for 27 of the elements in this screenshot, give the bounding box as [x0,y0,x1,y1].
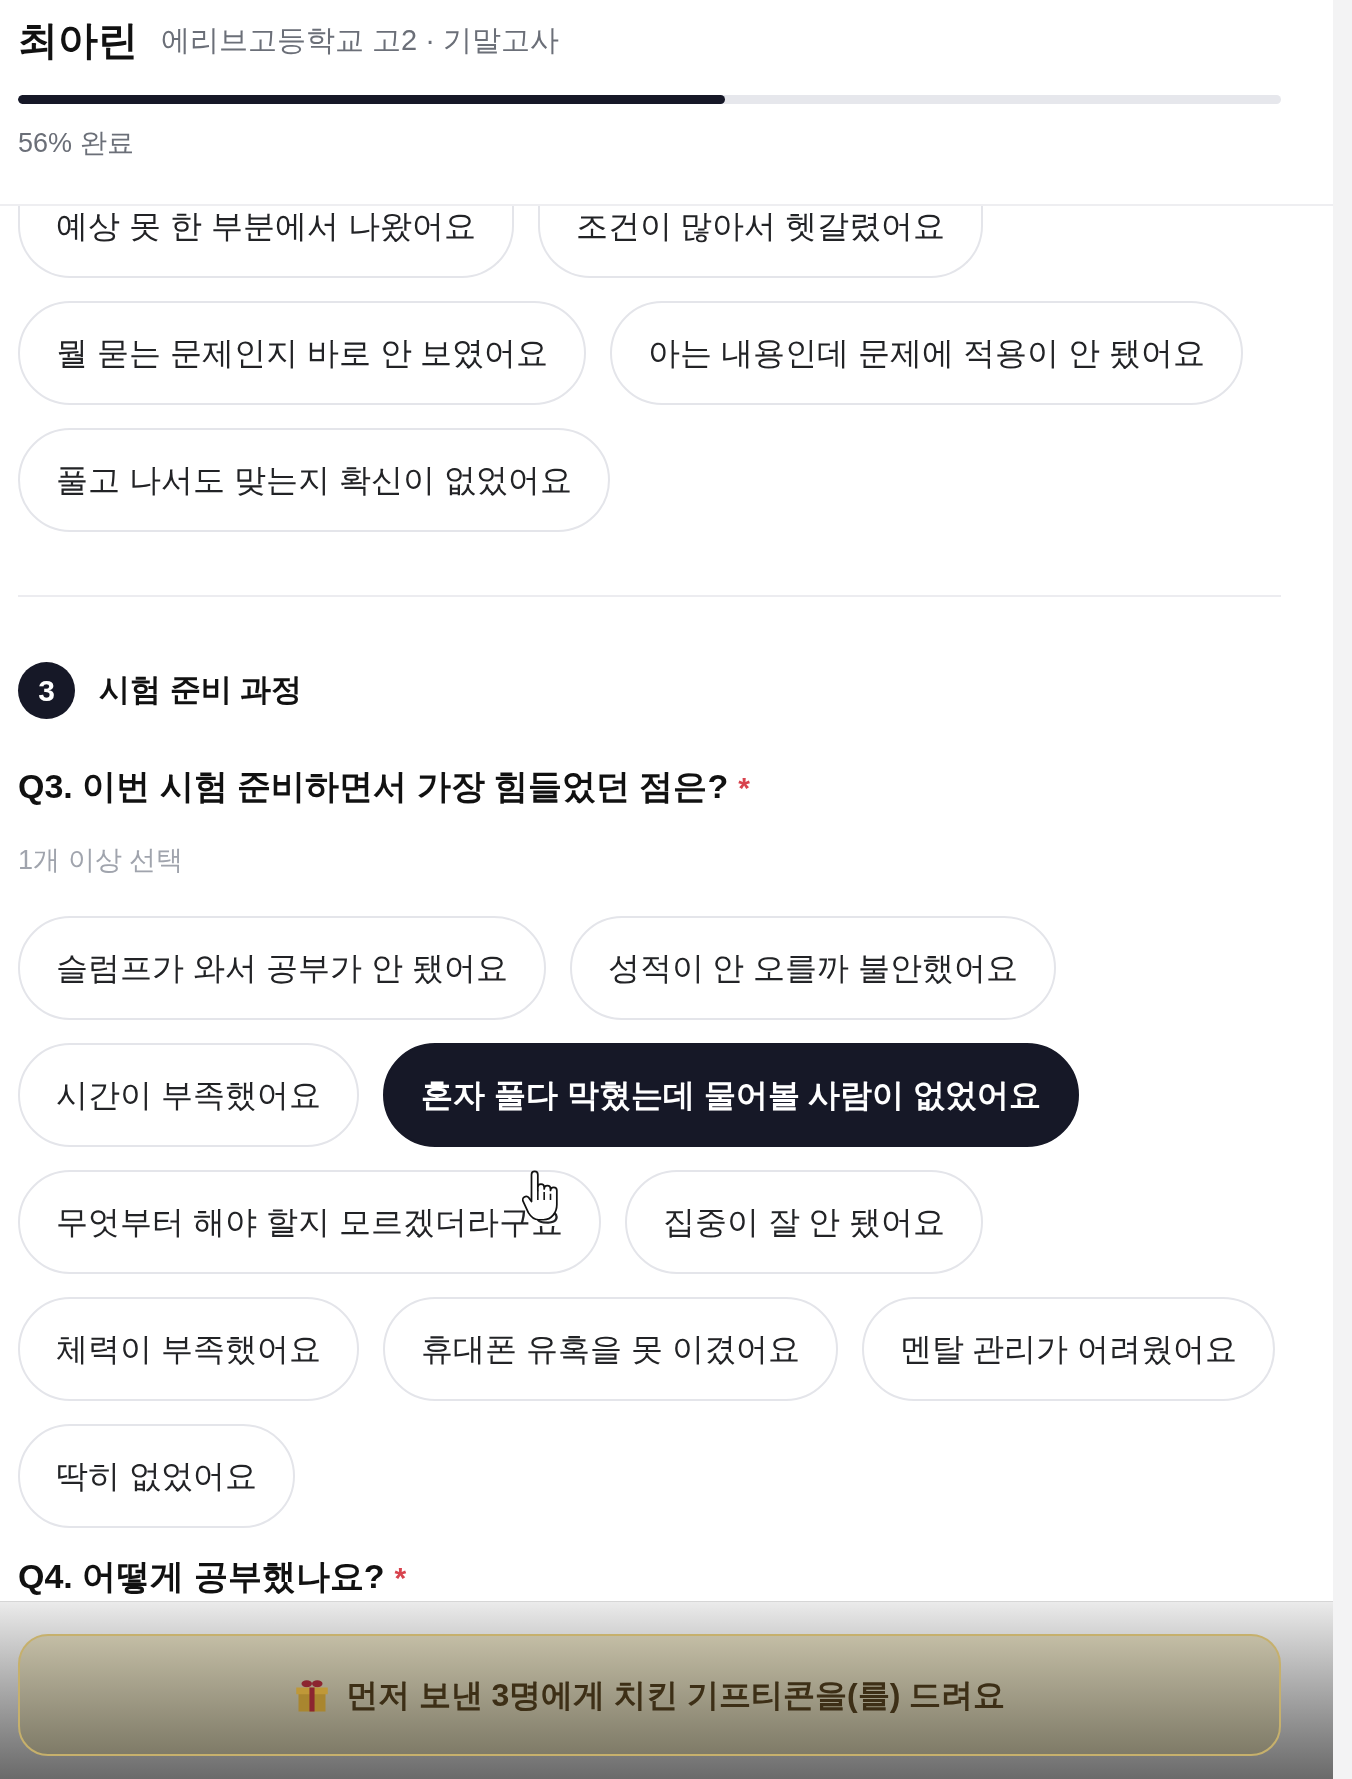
option-chip[interactable]: 슬럼프가 와서 공부가 안 됐어요 [18,916,546,1020]
section-title: 시험 준비 과정 [99,671,303,710]
reward-text: 먼저 보낸 3명에게 치킨 기프티콘을(를) 드려요 [345,1676,1006,1715]
option-chip[interactable]: 아는 내용인데 문제에 적용이 안 됐어요 [610,301,1243,405]
option-chip[interactable]: 조건이 많아서 헷갈렸어요 [537,206,984,278]
option-chip[interactable]: 멘탈 관리가 어려웠어요 [861,1297,1276,1401]
hint-text: 1개 이상 선택 [18,844,184,877]
option-chip[interactable]: 예상 못 한 부분에서 나왔어요 [18,206,514,278]
step-number: 3 [18,662,75,719]
school-exam-subtitle: 에리브고등학교 고2 · 기말고사 [161,23,559,58]
question-title: Q4. 어떻게 공부했나요? [18,1556,385,1597]
required-mark: * [394,1560,407,1596]
option-chip[interactable]: 무엇부터 해야 할지 모르겠더라구요 [18,1170,601,1274]
option-chip[interactable]: 뭘 묻는 문제인지 바로 안 보였어요 [18,301,587,405]
question-title: Q3. 이번 시험 준비하면서 가장 힘들었던 점은? [18,766,729,807]
option-chip[interactable]: 시간이 부족했어요 [18,1043,359,1147]
required-mark: * [738,770,750,806]
option-chip[interactable]: 체력이 부족했어요 [18,1297,359,1401]
progress-label: 56% 완료 [18,127,134,160]
gift-icon [293,1677,330,1713]
option-chip[interactable]: 휴대폰 유혹을 못 이겼어요 [382,1297,838,1401]
option-chip[interactable]: 집중이 잘 안 됐어요 [624,1170,984,1274]
option-chip[interactable]: 풀고 나서도 맞는지 확신이 없었어요 [18,428,610,532]
student-name: 최아린 [18,17,138,64]
option-chip[interactable]: 성적이 안 오를까 불안했어요 [569,916,1057,1020]
option-chip[interactable]: 혼자 풀다 막혔는데 물어볼 사람이 없었어요 [382,1043,1080,1147]
option-chip[interactable]: 딱히 없었어요 [18,1424,295,1528]
